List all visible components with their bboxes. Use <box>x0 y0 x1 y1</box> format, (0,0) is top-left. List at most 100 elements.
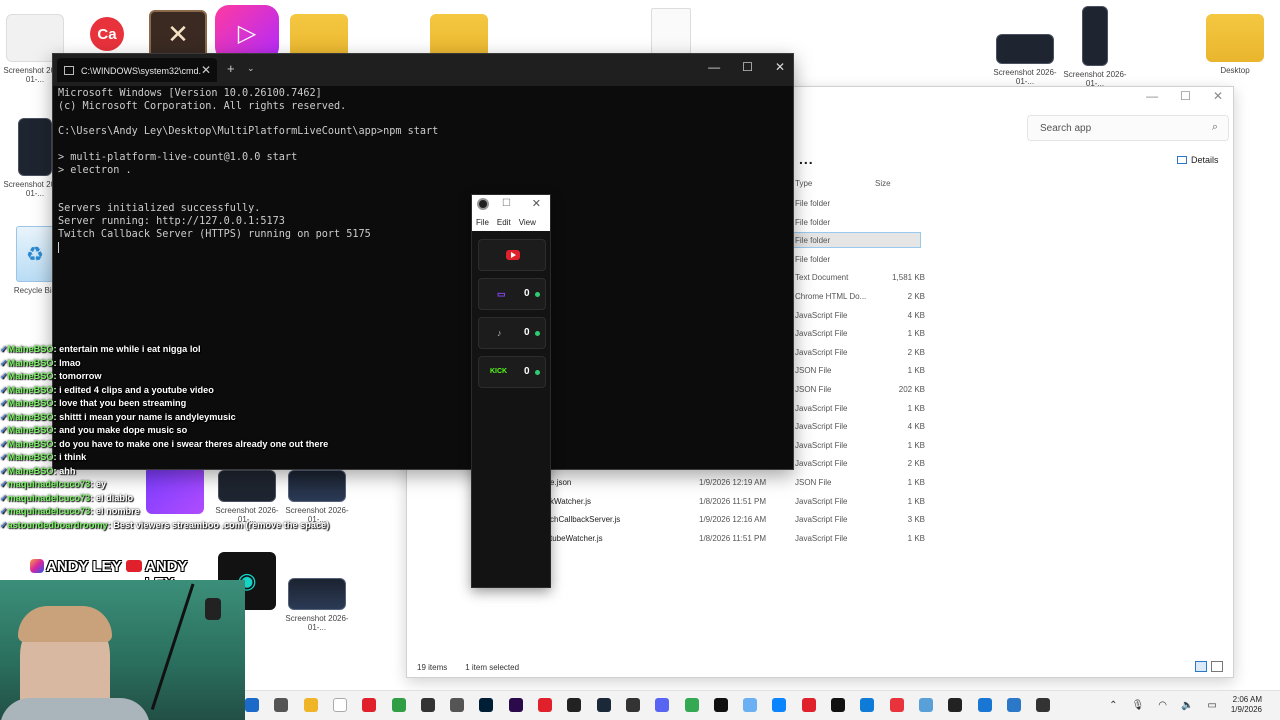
maximize-icon[interactable]: ☐ <box>502 198 511 209</box>
maximize-icon[interactable]: ☐ <box>1180 89 1191 103</box>
edge-icon[interactable] <box>860 698 875 712</box>
opera-gx-icon[interactable] <box>801 698 816 712</box>
close-icon[interactable]: ✕ <box>1213 89 1223 103</box>
maximize-icon[interactable]: ☐ <box>742 60 753 74</box>
more-options-button[interactable]: ... <box>799 151 814 167</box>
desktop-icon-screenshot[interactable]: Screenshot 2026-01-... <box>990 34 1060 86</box>
file-row[interactable]: e.json 1/9/2026 12:19 AM JSON File 1 KB <box>550 474 1217 492</box>
menu-file[interactable]: File <box>476 218 489 228</box>
new-tab-button[interactable]: + <box>227 61 235 76</box>
chat-message: ✓astoundedboardroomy: Best viewers strea… <box>0 520 360 534</box>
text-cursor <box>58 241 59 253</box>
terminal-tab-title: C:\WINDOWS\system32\cmd. <box>81 66 202 76</box>
capcut-icon[interactable] <box>831 698 845 712</box>
close-icon[interactable]: ✕ <box>775 60 785 74</box>
obs-icon[interactable] <box>625 698 640 712</box>
photoshop-icon[interactable] <box>479 698 494 712</box>
desktop-icon-screenshot[interactable]: Screenshot 2026-01-... <box>282 578 352 632</box>
chat-text: el diablo <box>95 492 134 503</box>
volume-icon[interactable]: 🔈 <box>1181 700 1193 711</box>
desktop-icon-game[interactable]: ✕ <box>143 10 213 58</box>
youtube-icon <box>506 250 520 260</box>
cmd-icon[interactable] <box>948 698 963 712</box>
premiere-icon[interactable] <box>508 698 523 712</box>
file-icon[interactable] <box>332 698 347 712</box>
file-row[interactable]: kWatcher.js 1/8/2026 11:51 PM JavaScript F… <box>550 493 1217 511</box>
record-icon[interactable] <box>538 698 552 712</box>
youtube-count-tile[interactable] <box>478 239 546 271</box>
desktop-icon-screenshot[interactable]: Screenshot 2026-01-... <box>1060 6 1130 88</box>
column-header-size[interactable]: Size <box>875 179 891 188</box>
opera-icon[interactable] <box>362 698 377 712</box>
discord-icon[interactable] <box>655 698 670 712</box>
epic-games-icon[interactable] <box>567 698 582 712</box>
column-header-type[interactable]: Type <box>795 179 812 188</box>
verified-check-icon: ✓ <box>0 411 8 422</box>
explorer-icon[interactable] <box>274 698 289 712</box>
desktop-icon-desktop-folder[interactable]: Desktop <box>1200 14 1270 75</box>
file-type: File folder <box>795 217 831 227</box>
clock-time: 2:06 AM <box>1232 695 1262 704</box>
details-button[interactable]: Details <box>1177 155 1219 165</box>
menu-view[interactable]: View <box>519 218 536 228</box>
file-type: Text Document <box>795 273 849 283</box>
xbox-icon[interactable] <box>391 698 406 712</box>
notepad-icon[interactable] <box>977 698 992 712</box>
canva-icon[interactable] <box>889 698 904 712</box>
chevron-down-icon[interactable]: ⌄ <box>247 63 255 74</box>
steam-icon[interactable] <box>596 698 611 712</box>
minimize-icon[interactable]: — <box>708 60 720 74</box>
folder-icon[interactable] <box>303 698 318 712</box>
document-icon <box>651 8 691 54</box>
chat-text: love that you been streaming <box>59 398 187 408</box>
file-size: 1 KB <box>907 403 925 413</box>
chat-username: MaineBSO <box>7 398 54 408</box>
wifi-icon[interactable]: ◠ <box>1158 700 1167 711</box>
close-icon[interactable]: ✕ <box>532 197 541 210</box>
file-size: 202 KB <box>898 385 925 394</box>
file-type: JavaScript File <box>795 515 848 525</box>
photos-icon[interactable] <box>918 698 933 712</box>
file-row[interactable]: chCallbackServer.js 1/9/2026 12:16 AM Java… <box>550 511 1217 529</box>
snipping-tool-icon[interactable] <box>1006 698 1021 712</box>
tiktok-viewer-count: 0 <box>524 327 530 338</box>
window-controls: — ☐ ✕ <box>708 60 785 74</box>
tiktok-icon[interactable] <box>713 698 728 712</box>
terminal-line: Servers initialized successfully. <box>58 203 261 215</box>
close-tab-icon[interactable]: ✕ <box>201 63 211 77</box>
chevron-up-icon[interactable]: ⌃ <box>1109 700 1117 711</box>
terminal-tab[interactable]: C:\WINDOWS\system32\cmd. ✕ <box>57 58 217 82</box>
file-type: JSON File <box>795 478 832 487</box>
details-view-icon[interactable] <box>1195 661 1207 672</box>
microphone-icon[interactable]: 🎙 <box>1132 700 1145 711</box>
desktop-icon-canva[interactable]: Ca <box>72 10 142 58</box>
app-icon[interactable] <box>743 698 758 712</box>
tiktok-count-tile[interactable]: ♪ 0 <box>478 317 546 349</box>
desktop-icon-document[interactable] <box>636 8 706 54</box>
tiles-view-icon[interactable] <box>1211 661 1223 672</box>
menu-edit[interactable]: Edit <box>497 218 511 228</box>
edge-icon[interactable] <box>772 698 787 712</box>
chat-text: tomorrow <box>59 371 102 381</box>
settings-icon[interactable] <box>1036 698 1051 712</box>
capcut-icon[interactable] <box>420 698 435 712</box>
battery-icon[interactable]: ▭ <box>1207 700 1216 711</box>
terminal-output[interactable]: Microsoft Windows [Version 10.0.26100.74… <box>53 86 793 259</box>
search-box[interactable]: Search app ⌕ <box>1027 115 1229 141</box>
minimize-icon[interactable]: — <box>1146 89 1158 103</box>
kick-count-tile[interactable]: KICK 0 <box>478 356 546 388</box>
twitch-count-tile[interactable]: ▭ 0 <box>478 278 546 310</box>
clock-date: 1/9/2026 <box>1230 705 1262 714</box>
file-row[interactable]: tubeWatcher.js 1/8/2026 11:51 PM JavaScrip… <box>550 530 1217 548</box>
clock[interactable]: 2:06 AM 1/9/2026 <box>1231 695 1262 715</box>
chrome-icon[interactable] <box>684 698 699 712</box>
file-type: JavaScript File <box>795 533 848 543</box>
terminal-icon[interactable] <box>450 698 465 712</box>
store-icon[interactable] <box>245 698 259 712</box>
chat-username: MaineBSO <box>7 384 54 395</box>
window-controls: — ☐ ✕ <box>1146 89 1223 103</box>
terminal-line: Server running: http://127.0.0.1:5173 <box>58 215 285 227</box>
canva-icon: Ca <box>78 10 136 58</box>
status-bar: 19 items 1 item selected <box>417 663 519 672</box>
